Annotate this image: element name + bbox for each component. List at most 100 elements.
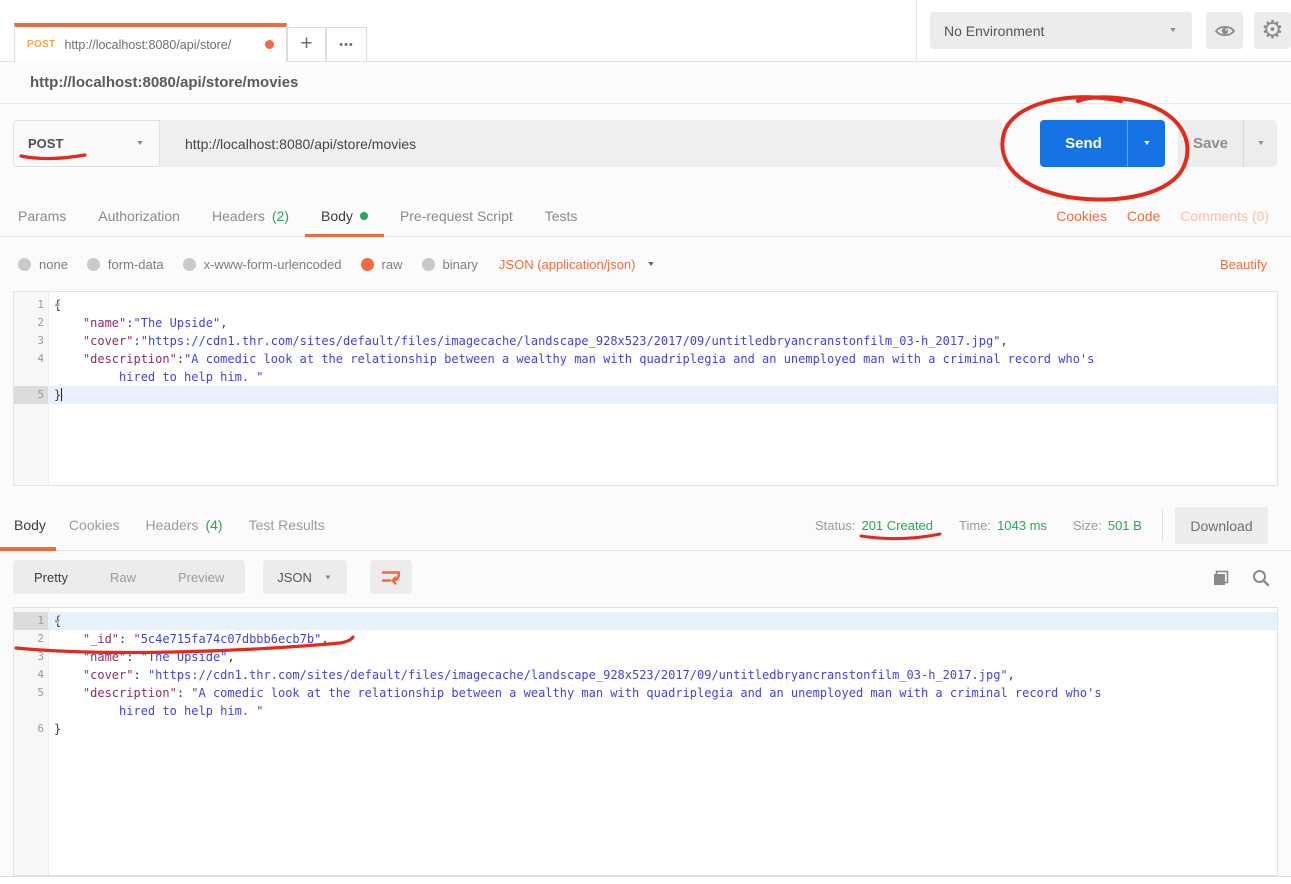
token-punct: : [177,686,191,700]
code-line[interactable]: 3 "cover":"https://cdn1.thr.com/sites/de… [14,332,1277,350]
radio-icon[interactable] [18,258,31,271]
response-tab-headers[interactable]: Headers(4) [133,500,236,550]
status-value: 201 Created [861,518,933,533]
fold-toggle-icon[interactable]: ▼ [55,297,60,315]
token-punct: , [1008,668,1015,682]
wrap-lines-button[interactable] [370,560,412,594]
radio-icon[interactable] [183,258,196,271]
content-type-select[interactable]: JSON (application/json) [499,257,656,272]
code-line[interactable]: 1▼{ [14,296,1277,314]
download-label: Download [1190,518,1252,534]
save-label: Save [1193,135,1228,152]
view-mode-raw[interactable]: Raw [89,570,157,585]
code-line[interactable]: 3 "name": "The Upside", [14,648,1277,666]
method-select[interactable]: POST [13,120,160,167]
environment-select[interactable]: No Environment [930,12,1192,49]
environment-label: No Environment [944,23,1044,39]
time-stat: Time: 1043 ms [959,518,1047,533]
token-string: "A comedic look at the relationship betw… [191,686,1101,700]
request-body-editor[interactable]: 1▼{2 "name":"The Upside",3 "cover":"http… [13,291,1278,486]
copy-button[interactable] [1208,565,1234,591]
body-mode-x-www-form-urlencoded[interactable]: x-www-form-urlencoded [183,257,342,272]
link-comments-0[interactable]: Comments (0) [1180,208,1269,224]
token-key: "name" [83,650,126,664]
body-mode-raw[interactable]: raw [361,257,403,272]
request-tab[interactable]: POST http://localhost:8080/api/store/ [14,23,287,62]
settings-button[interactable]: ⚙ [1254,12,1291,49]
token-punct: , [227,650,234,664]
tab-label: Body [14,517,46,533]
format-label: JSON [277,570,312,585]
code-line[interactable]: 5 "description": "A comedic look at the … [14,684,1277,702]
response-tab-test-results[interactable]: Test Results [236,500,338,550]
code-line[interactable]: 4 "description":"A comedic look at the r… [14,350,1277,368]
body-mode-binary[interactable]: binary [422,257,478,272]
request-links: Cookies Code Comments (0) [1056,208,1291,224]
body-mode-form-data[interactable]: form-data [87,257,164,272]
response-tab-body[interactable]: Body [0,500,56,550]
new-tab-button[interactable]: + [287,27,326,61]
response-body-editor[interactable]: 1▼{2 "_id": "5c4e715fa74c07dbbb6ecb7b",3… [13,607,1278,876]
more-tabs-button[interactable]: ••• [326,27,367,61]
radio-icon[interactable] [422,258,435,271]
code-line[interactable]: hired to help him. " [14,702,1277,720]
topbar-divider [916,0,917,61]
token-punct: } [54,388,61,402]
tab-count-badge: (2) [272,208,289,224]
line-number: 6 [14,720,48,738]
link-code[interactable]: Code [1127,208,1160,224]
body-mode-label: raw [382,257,403,272]
request-tab-pre-request-script[interactable]: Pre-request Script [384,196,529,236]
unsaved-changes-dot [265,40,274,49]
code-line[interactable]: 1▼{ [14,612,1277,630]
token-string: "5c4e715fa74c07dbbb6ecb7b" [133,632,321,646]
fold-toggle-icon[interactable]: ▼ [55,613,60,631]
search-button[interactable] [1248,565,1274,591]
response-status-cluster: Status: 201 Created Time: 1043 ms Size: … [815,500,1142,550]
token-punct: : [126,316,133,330]
code-line[interactable]: 6} [14,720,1277,738]
token-punct: } [54,722,61,736]
body-mode-none[interactable]: none [18,257,68,272]
send-button[interactable]: Send [1040,120,1127,167]
token-punct: : [119,632,133,646]
line-number [14,368,48,386]
code-line[interactable]: hired to help him. " [14,368,1277,386]
token-punct: , [220,316,227,330]
radio-icon[interactable] [87,258,100,271]
request-tab-headers[interactable]: Headers(2) [196,196,305,236]
plus-icon: + [300,32,312,56]
token-string: "https://cdn1.thr.com/sites/default/file… [141,334,1001,348]
save-options-button[interactable] [1243,120,1277,167]
response-tab-cookies[interactable]: Cookies [56,500,133,550]
request-tab-body[interactable]: Body [305,196,384,236]
code-content: } [48,720,1277,738]
send-options-button[interactable] [1127,120,1165,167]
beautify-label: Beautify [1220,257,1267,272]
code-line[interactable]: 2 "_id": "5c4e715fa74c07dbbb6ecb7b", [14,630,1277,648]
tab-label: Authorization [98,208,180,224]
download-button[interactable]: Download [1175,507,1268,544]
view-mode-pretty[interactable]: Pretty [13,570,89,585]
radio-icon[interactable] [361,258,374,271]
line-number: 5 [14,684,48,702]
tab-label: Headers [146,517,199,533]
code-line[interactable]: 2 "name":"The Upside", [14,314,1277,332]
link-cookies[interactable]: Cookies [1056,208,1107,224]
response-format-select[interactable]: JSON [263,560,347,594]
search-icon [1251,568,1271,588]
request-tab-authorization[interactable]: Authorization [82,196,196,236]
code-line[interactable]: 4 "cover": "https://cdn1.thr.com/sites/d… [14,666,1277,684]
code-line[interactable]: 5} [14,386,1277,404]
content-type-label: JSON (application/json) [499,257,636,272]
request-tab-params[interactable]: Params [2,196,82,236]
beautify-link[interactable]: Beautify [1220,237,1267,291]
environment-preview-button[interactable] [1206,12,1243,49]
token-string: hired to help him. " [119,370,264,384]
code-content: "name":"The Upside", [48,314,1277,332]
request-tab-tests[interactable]: Tests [529,196,594,236]
url-input[interactable]: http://localhost:8080/api/store/movies [160,120,1002,167]
send-label: Send [1065,135,1102,152]
view-mode-preview[interactable]: Preview [157,570,245,585]
save-button[interactable]: Save [1178,120,1243,167]
